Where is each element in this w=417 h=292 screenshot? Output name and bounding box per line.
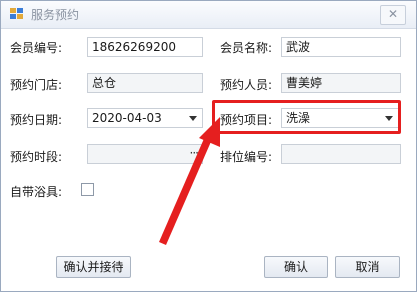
arrow-shaft [159, 134, 213, 245]
annotation-arrow [159, 117, 220, 245]
service-booking-dialog: 服务预约 ✕ 会员编号: 18626269200 会员名称: 武波 预约门店: … [0, 0, 417, 292]
arrow-head [199, 117, 220, 147]
